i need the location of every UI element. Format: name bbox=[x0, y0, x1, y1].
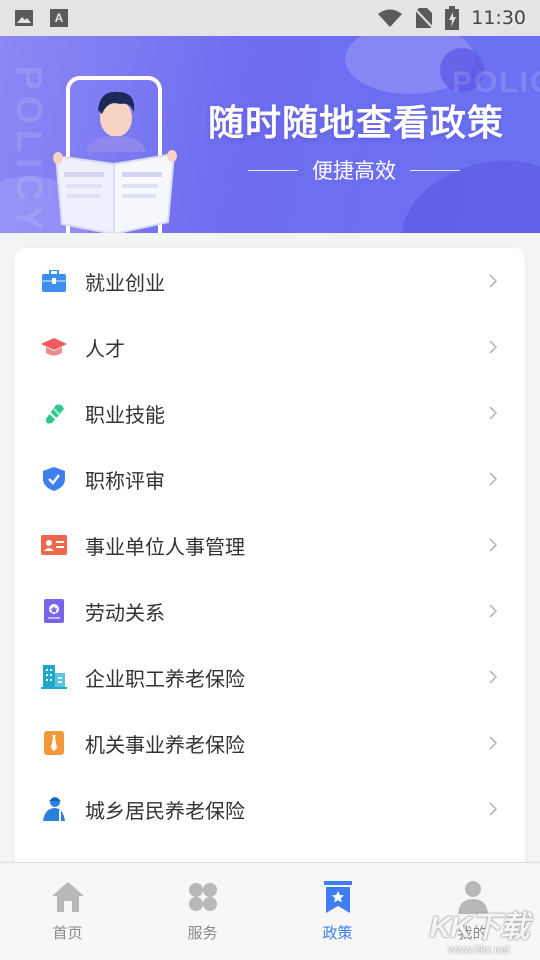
image-icon bbox=[15, 10, 33, 26]
worker-icon bbox=[41, 796, 67, 822]
policy-banner: POLICY POLICY 随时随地查看政策 便捷高效 bbox=[0, 36, 540, 233]
list-item-label: 职业技能 bbox=[85, 402, 165, 427]
wifi-icon bbox=[378, 9, 403, 27]
graduation-cap-icon bbox=[41, 334, 67, 360]
list-item-label: 事业单位人事管理 bbox=[85, 534, 245, 559]
divider-line bbox=[248, 169, 298, 171]
chevron-right-icon bbox=[489, 538, 498, 552]
list-item-label: 企业职工养老保险 bbox=[85, 666, 245, 691]
tab-label: 服务 bbox=[187, 924, 218, 942]
tab-label: 政策 bbox=[322, 924, 353, 942]
chevron-right-icon bbox=[489, 736, 498, 750]
list-item-employment[interactable]: 就业创业 bbox=[15, 248, 525, 314]
divider-line bbox=[410, 169, 460, 171]
chevron-right-icon bbox=[489, 274, 498, 288]
watermark-url: www.kkx.net bbox=[448, 944, 510, 956]
list-item-label: 劳动关系 bbox=[85, 600, 165, 625]
policy-bookmark-icon bbox=[320, 879, 356, 915]
banner-title: 随时随地查看政策 bbox=[208, 102, 505, 143]
watermark-logo-text: KK下载 bbox=[429, 911, 529, 944]
shield-check-icon bbox=[41, 466, 67, 492]
chevron-right-icon bbox=[489, 604, 498, 618]
id-card-icon bbox=[41, 532, 67, 558]
list-item-labor-relations[interactable]: 劳动关系 bbox=[15, 578, 525, 644]
tab-home[interactable]: 首页 bbox=[0, 863, 135, 960]
chevron-right-icon bbox=[489, 802, 498, 816]
font-icon: A bbox=[50, 9, 68, 27]
chevron-right-icon bbox=[489, 670, 498, 684]
list-item-label: 就业创业 bbox=[85, 270, 165, 295]
building-icon bbox=[41, 664, 67, 690]
list-item-government-pension[interactable]: 机关事业养老保险 bbox=[15, 710, 525, 776]
list-item-title-evaluation[interactable]: 职称评审 bbox=[15, 446, 525, 512]
banner-decor-blob bbox=[387, 140, 540, 233]
battery-charging-icon bbox=[445, 6, 460, 30]
tie-icon bbox=[41, 730, 67, 756]
tab-services[interactable]: 服务 bbox=[135, 863, 270, 960]
certificate-book-icon bbox=[41, 598, 67, 624]
no-sim-icon bbox=[415, 8, 434, 29]
banner-watermark-left: POLICY bbox=[9, 66, 50, 233]
list-item-talent[interactable]: 人才 bbox=[15, 314, 525, 380]
list-item-label: 人才 bbox=[85, 336, 125, 361]
chevron-right-icon bbox=[489, 340, 498, 354]
site-watermark: KK下载 www.kkx.net bbox=[420, 900, 538, 958]
chevron-right-icon bbox=[489, 472, 498, 486]
newspaper-reader-illustration bbox=[53, 76, 177, 233]
list-item-enterprise-pension[interactable]: 企业职工养老保险 bbox=[15, 644, 525, 710]
home-icon bbox=[50, 879, 86, 915]
banner-subtitle-row: 便捷高效 bbox=[248, 156, 460, 184]
list-item-label: 职称评审 bbox=[85, 468, 165, 493]
svg-text:A: A bbox=[55, 11, 64, 25]
grid-icon bbox=[185, 879, 221, 915]
list-item-public-institution-hr[interactable]: 事业单位人事管理 bbox=[15, 512, 525, 578]
policy-category-list: 就业创业 人才 职业技能 职称评审 事业单位人事管理 劳动关系 企业职工养老保险… bbox=[15, 248, 525, 888]
briefcase-icon bbox=[41, 268, 67, 294]
tab-label: 首页 bbox=[52, 924, 83, 942]
status-time: 11:30 bbox=[471, 7, 526, 29]
banner-subtitle: 便捷高效 bbox=[312, 160, 396, 183]
chevron-right-icon bbox=[489, 406, 498, 420]
tab-policy[interactable]: 政策 bbox=[270, 863, 405, 960]
list-item-label: 机关事业养老保险 bbox=[85, 732, 245, 757]
tool-icon bbox=[41, 400, 67, 426]
list-item-label: 城乡居民养老保险 bbox=[85, 798, 245, 823]
list-item-urban-rural-pension[interactable]: 城乡居民养老保险 bbox=[15, 776, 525, 842]
list-item-vocational-skills[interactable]: 职业技能 bbox=[15, 380, 525, 446]
status-bar: A 11:30 bbox=[0, 0, 540, 36]
